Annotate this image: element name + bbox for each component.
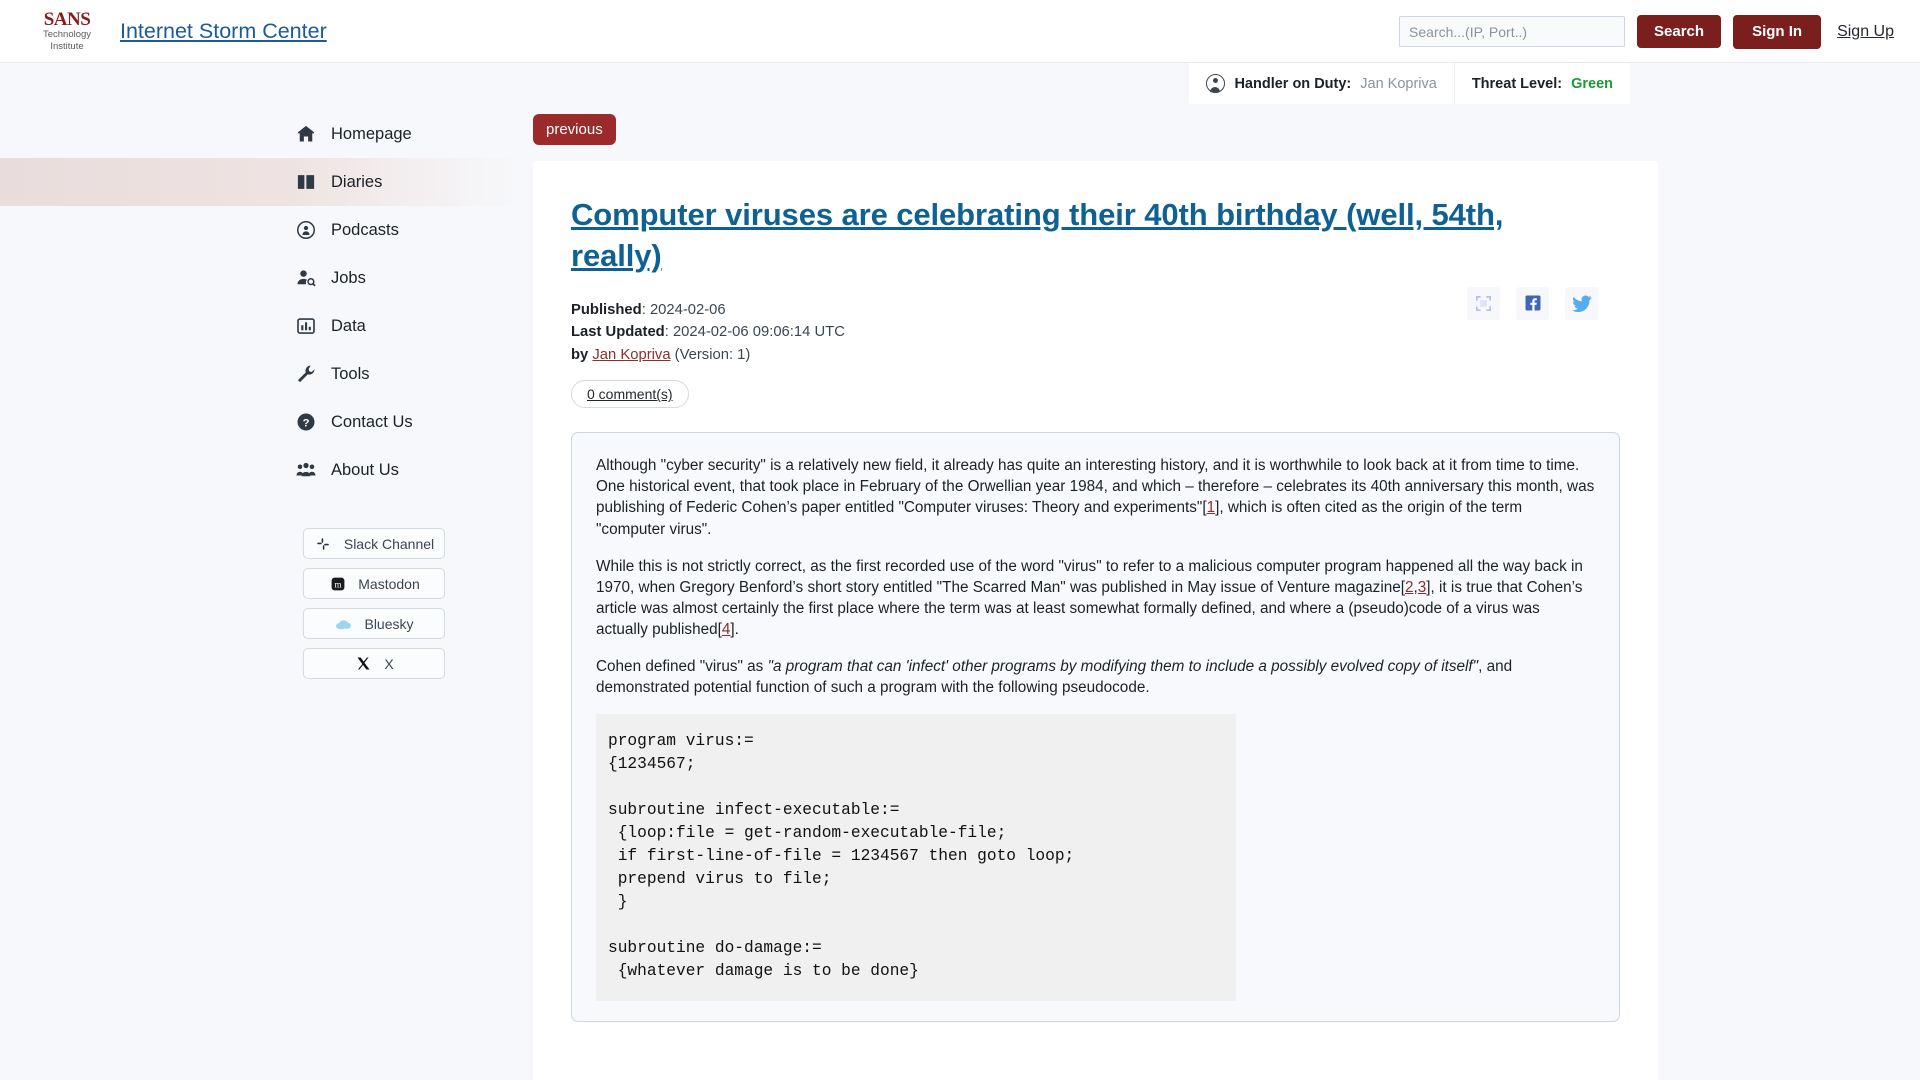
sidebar-label: Jobs (331, 268, 366, 287)
facebook-icon[interactable] (1516, 286, 1549, 320)
mastodon-icon: m (328, 574, 347, 593)
svg-text:m: m (334, 579, 341, 589)
page-body: Homepage Diaries Podcasts Jobs Data Tool… (0, 104, 1920, 1080)
sidebar-label: Contact Us (331, 412, 413, 431)
sidebar-item-homepage[interactable]: Homepage (0, 110, 520, 158)
threat-label: Threat Level: (1471, 75, 1563, 92)
threat-level-cell: Threat Level: Green (1454, 63, 1630, 104)
social-label: X (384, 655, 394, 672)
published-row: Published: 2024-02-06 (571, 299, 845, 321)
cohen-quote: "a program that can 'infect' other progr… (767, 658, 1479, 676)
site-title-link[interactable]: Internet Storm Center (120, 19, 327, 44)
bar-chart-icon (295, 315, 317, 337)
mastodon-button[interactable]: m Mastodon (303, 568, 445, 599)
main-content: previous Computer viruses are celebratin… (520, 104, 1920, 1080)
sidebar-label: Diaries (331, 172, 383, 191)
home-icon (295, 123, 317, 145)
paragraph-2: While this is not strictly correct, as t… (596, 556, 1595, 640)
by-label: by (571, 346, 589, 363)
reference-link-3[interactable]: 3 (1418, 579, 1427, 596)
sidebar-nav: Homepage Diaries Podcasts Jobs Data Tool… (0, 104, 520, 1080)
slack-icon (314, 534, 333, 553)
sign-up-link[interactable]: Sign Up (1837, 23, 1894, 41)
article-body: Although "cyber security" is a relativel… (571, 432, 1620, 1023)
threat-value: Green (1571, 75, 1613, 92)
paragraph-1: Although "cyber security" is a relativel… (596, 455, 1595, 539)
previous-button[interactable]: previous (533, 114, 616, 145)
bluesky-button[interactable]: Bluesky (303, 608, 445, 639)
paragraph-3-text-a: Cohen defined "virus" as (596, 658, 768, 676)
podcast-icon (295, 219, 317, 241)
search-input[interactable] (1399, 16, 1626, 47)
social-label: Bluesky (364, 615, 414, 632)
updated-label: Last Updated (571, 324, 665, 341)
sidebar-label: Podcasts (331, 220, 399, 239)
author-row: by Jan Kopriva (Version: 1) (571, 344, 845, 366)
sidebar-label: Tools (331, 364, 370, 383)
x-twitter-button[interactable]: X (303, 648, 445, 679)
pagination-row: previous (533, 104, 1658, 161)
paragraph-3: Cohen defined "virus" as "a program that… (596, 656, 1595, 698)
sidebar-label: Homepage (331, 124, 412, 143)
search-button[interactable]: Search (1637, 15, 1722, 48)
logo-brand-text: SANS (43, 9, 91, 31)
person-search-icon (295, 267, 317, 289)
sans-logo-icon: SANS Technology Institute (36, 10, 98, 52)
social-label: Mastodon (358, 575, 420, 592)
article-card: Computer viruses are celebrating their 4… (533, 161, 1658, 1080)
updated-value: : 2024-02-06 09:06:14 UTC (664, 324, 845, 341)
sidebar-item-diaries[interactable]: Diaries (0, 158, 520, 206)
wrench-icon (295, 363, 317, 385)
sidebar-item-jobs[interactable]: Jobs (0, 254, 520, 302)
share-buttons (1467, 286, 1598, 320)
sidebar-item-data[interactable]: Data (0, 302, 520, 350)
published-value: : 2024-02-06 (641, 301, 726, 318)
sign-in-button[interactable]: Sign In (1733, 14, 1822, 49)
svg-text:?: ? (303, 418, 310, 430)
fullscreen-frame-icon[interactable] (1467, 286, 1500, 320)
site-header: SANS Technology Institute Internet Storm… (0, 0, 1920, 63)
reference-link-2[interactable]: 2 (1405, 579, 1414, 596)
user-circle-icon (1206, 74, 1226, 93)
paragraph-2-text-c: ]. (730, 621, 739, 639)
sidebar-item-contact-us[interactable]: ? Contact Us (0, 398, 520, 446)
sidebar-label: Data (331, 316, 366, 335)
header-actions: Search Sign In Sign Up (1399, 0, 1898, 63)
logo-area[interactable]: SANS Technology Institute Internet Storm… (0, 10, 327, 52)
comments-button[interactable]: 0 comment(s) (571, 380, 689, 409)
sidebar-item-about-us[interactable]: About Us (0, 446, 520, 494)
people-icon (295, 459, 317, 481)
published-label: Published (571, 301, 642, 318)
handler-label: Handler on Duty: (1234, 75, 1352, 92)
reference-link-1[interactable]: 1 (1207, 499, 1216, 516)
sidebar-label: About Us (331, 460, 399, 479)
handler-on-duty-cell: Handler on Duty: Jan Kopriva (1189, 63, 1455, 104)
x-twitter-icon (354, 654, 373, 673)
version-text: (Version: 1) (674, 346, 751, 363)
social-links: Slack Channel m Mastodon Bluesky X (0, 528, 520, 679)
slack-channel-button[interactable]: Slack Channel (303, 528, 445, 559)
social-label: Slack Channel (343, 535, 435, 552)
logo-sub-line1: Technology (42, 29, 92, 41)
twitter-icon[interactable] (1565, 286, 1598, 320)
handler-name: Jan Kopriva (1360, 75, 1437, 92)
bluesky-cloud-icon (334, 614, 353, 633)
question-circle-icon: ? (295, 411, 317, 433)
logo-sub-line2: Institute (50, 40, 84, 52)
article-meta: Published: 2024-02-06 Last Updated: 2024… (571, 299, 845, 366)
author-link[interactable]: Jan Kopriva (592, 347, 670, 363)
sidebar-item-tools[interactable]: Tools (0, 350, 520, 398)
status-strip: Handler on Duty: Jan Kopriva Threat Leve… (0, 63, 1920, 104)
sidebar-item-podcasts[interactable]: Podcasts (0, 206, 520, 254)
updated-row: Last Updated: 2024-02-06 09:06:14 UTC (571, 321, 845, 343)
pseudocode-block: program virus:= {1234567; subroutine inf… (596, 714, 1236, 1002)
book-icon (295, 171, 317, 193)
article-title[interactable]: Computer viruses are celebrating their 4… (571, 195, 1571, 277)
